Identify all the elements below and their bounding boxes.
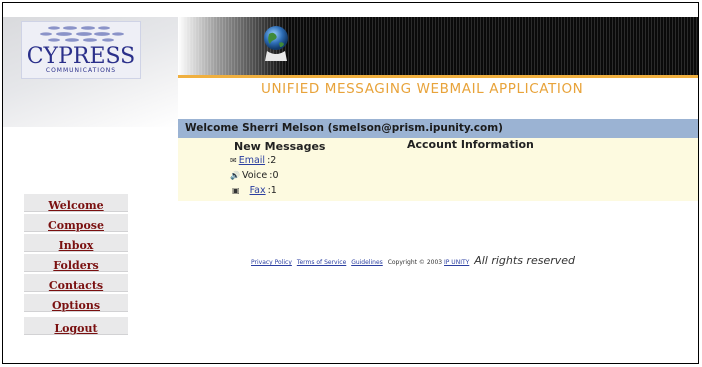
voice-count-row: 🔊 Voice :0 <box>230 170 279 181</box>
privacy-policy-link[interactable]: Privacy Policy <box>251 259 292 266</box>
email-link[interactable]: Email <box>239 155 265 166</box>
nav-logout-label: Logout <box>54 322 98 335</box>
new-messages-heading: New Messages <box>234 140 326 153</box>
nav-compose[interactable]: Compose <box>24 214 128 232</box>
nav-compose-label: Compose <box>48 219 104 232</box>
footer: Privacy Policy Terms of Service Guidelin… <box>251 254 575 267</box>
nav-logout[interactable]: Logout <box>24 317 128 335</box>
nav-options[interactable]: Options <box>24 294 128 312</box>
app-title: UNIFIED MESSAGING WEBMAIL APPLICATION <box>261 81 584 97</box>
envelope-icon: ✉ <box>230 156 237 165</box>
welcome-text: Welcome Sherri Melson (smelson@prism.ipu… <box>185 122 503 134</box>
nav-folders-label: Folders <box>53 259 99 272</box>
globe-hand-icon <box>264 26 288 61</box>
account-information-heading: Account Information <box>407 138 534 151</box>
copyright-text: Copyright © 2003 <box>387 259 443 266</box>
terms-of-service-link[interactable]: Terms of Service <box>297 259 346 266</box>
nav-contacts[interactable]: Contacts <box>24 274 128 292</box>
logo-dots-icon <box>40 26 124 42</box>
fax-link[interactable]: Fax <box>250 185 266 196</box>
page-frame: CYPRESS COMMUNICATIONS UNIFIED MESSAGING… <box>2 2 699 364</box>
logo-wordmark: CYPRESS <box>26 44 136 69</box>
email-count: :2 <box>267 155 277 166</box>
voice-label: Voice <box>241 170 268 181</box>
nav-options-label: Options <box>51 299 101 312</box>
fax-icon: ▣ <box>232 186 240 195</box>
nav-inbox-label: Inbox <box>58 239 94 252</box>
cypress-logo[interactable]: CYPRESS COMMUNICATIONS <box>21 21 141 79</box>
header-divider <box>178 75 698 78</box>
fax-count-row: ▣ Fax :1 <box>232 185 277 196</box>
speaker-icon: 🔊 <box>230 171 240 180</box>
email-count-row: ✉ Email :2 <box>230 155 276 166</box>
ipunity-link[interactable]: IP UNITY <box>444 259 469 266</box>
logo-subtitle: COMMUNICATIONS <box>45 67 117 74</box>
nav-contacts-label: Contacts <box>48 279 104 292</box>
guidelines-link[interactable]: Guidelines <box>351 259 383 266</box>
fax-count: :1 <box>267 185 277 196</box>
rights-text: All rights reserved <box>474 254 575 267</box>
nav-inbox[interactable]: Inbox <box>24 234 128 252</box>
nav-welcome[interactable]: Welcome <box>24 194 128 212</box>
nav-welcome-label: Welcome <box>48 199 104 212</box>
voice-count: :0 <box>269 170 279 181</box>
nav-folders[interactable]: Folders <box>24 254 128 272</box>
